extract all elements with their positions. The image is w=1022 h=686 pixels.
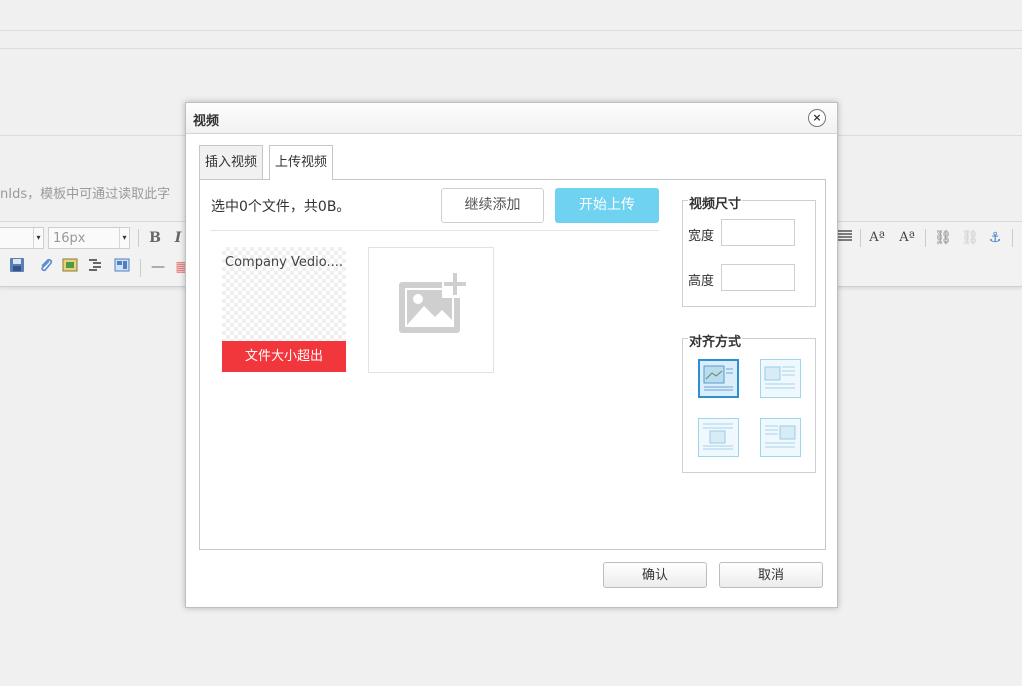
bold-button[interactable]: B: [145, 228, 165, 248]
add-image-icon: [399, 270, 470, 333]
align-fieldset: 对齐方式: [682, 331, 816, 473]
align-center-option[interactable]: [698, 418, 739, 457]
video-dialog: 视频 × 插入视频 上传视频 选中0个文件，共0B。 继续添加 开始上传 Com…: [185, 102, 838, 608]
background-divider: [0, 48, 1022, 49]
continue-add-button[interactable]: 继续添加: [441, 188, 544, 223]
size-fieldset: 视频尺寸 宽度 高度: [682, 193, 816, 307]
font-size-value: 16px: [53, 231, 86, 246]
tab-insert-video[interactable]: 插入视频: [199, 145, 264, 179]
close-icon[interactable]: ×: [808, 109, 826, 127]
align-legend: 对齐方式: [688, 331, 743, 350]
width-label: 宽度: [688, 229, 715, 244]
height-label: 高度: [688, 274, 715, 289]
upload-status-text: 选中0个文件，共0B。: [211, 199, 351, 215]
align-right-option[interactable]: [760, 418, 801, 457]
dialog-titlebar[interactable]: 视频 ×: [186, 103, 837, 134]
page-break-icon[interactable]: [85, 257, 105, 277]
file-item[interactable]: Company Vedio.... 文件大小超出: [222, 247, 346, 372]
width-input[interactable]: [721, 219, 795, 246]
dialog-title: 视频: [193, 114, 220, 129]
align-none-option[interactable]: [698, 359, 739, 398]
save-icon[interactable]: [7, 257, 27, 277]
align-left-option[interactable]: [760, 359, 801, 398]
justify-icon[interactable]: [835, 228, 855, 248]
chevron-down-icon: ▾: [119, 228, 129, 248]
font-size-select[interactable]: 16px ▾: [48, 227, 130, 249]
unlink-icon[interactable]: ⛓: [960, 228, 980, 248]
template-icon[interactable]: [112, 257, 132, 277]
font-decrease-icon[interactable]: Aª: [897, 228, 917, 248]
horizontal-rule-icon[interactable]: —: [148, 257, 168, 277]
chevron-down-icon: ▾: [33, 228, 43, 248]
background-divider: [0, 30, 1022, 31]
height-input[interactable]: [721, 264, 795, 291]
start-upload-button[interactable]: 开始上传: [555, 188, 659, 223]
image-icon[interactable]: [60, 257, 80, 277]
toolbar-separator: [925, 229, 926, 247]
upload-panel: 选中0个文件，共0B。 继续添加 开始上传 Company Vedio.... …: [199, 179, 826, 550]
toolbar-separator: [140, 259, 141, 277]
attachment-icon[interactable]: [36, 257, 56, 277]
file-error-badge: 文件大小超出: [222, 341, 346, 372]
link-icon[interactable]: ⛓: [933, 228, 953, 248]
panel-divider: [210, 230, 659, 231]
font-increase-icon[interactable]: Aª: [867, 228, 887, 248]
file-name: Company Vedio....: [225, 255, 343, 270]
cancel-button[interactable]: 取消: [719, 562, 823, 588]
toolbar-separator: [1012, 229, 1013, 247]
background-hint-text: nIds，模板中可通过读取此字: [0, 187, 171, 202]
toolbar-separator: [138, 229, 139, 247]
add-file-button[interactable]: [368, 247, 494, 373]
font-family-select[interactable]: ▾: [0, 227, 44, 249]
anchor-icon[interactable]: ⚓: [985, 228, 1005, 248]
tab-upload-video[interactable]: 上传视频: [269, 145, 334, 180]
toolbar-separator: [860, 229, 861, 247]
confirm-button[interactable]: 确认: [603, 562, 707, 588]
size-legend: 视频尺寸: [688, 193, 743, 212]
